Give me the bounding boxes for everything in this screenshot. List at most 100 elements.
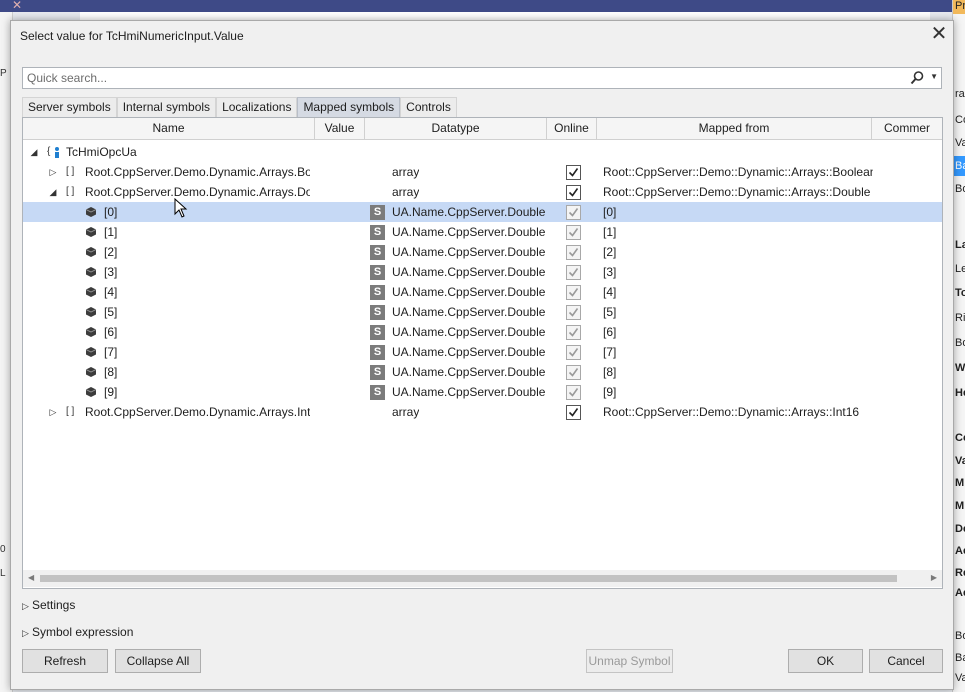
search-icon[interactable] [909,70,925,86]
tree-row[interactable]: [1] S UA.Name.CppServer.Double [1] [23,222,942,242]
row-name: [6] [104,325,118,339]
tree-row[interactable]: [2] S UA.Name.CppServer.Double [2] [23,242,942,262]
tab-internal-symbols[interactable]: Internal symbols [116,97,217,117]
online-checkbox [566,265,581,280]
cube-icon [86,387,96,397]
object-braces-icon: { [47,146,51,157]
tab-controls[interactable]: Controls [400,97,457,117]
tree-row[interactable]: [0] S UA.Name.CppServer.Double [0] [23,202,942,222]
tree-row[interactable]: [9] S UA.Name.CppServer.Double [9] [23,382,942,402]
scroll-left-icon[interactable]: ◀ [28,573,34,582]
properties-item: Bo [955,337,965,349]
row-value [318,362,363,382]
row-name: [5] [104,305,118,319]
search-input[interactable] [27,70,907,85]
properties-item: W [955,362,965,374]
tree-row[interactable]: [6] S UA.Name.CppServer.Double [6] [23,322,942,342]
tree-row[interactable]: [8] S UA.Name.CppServer.Double [8] [23,362,942,382]
row-value [318,342,363,362]
online-checkbox[interactable] [566,185,581,200]
tree-row[interactable]: ▷ [ ] Root.CppServer.Demo.Dynamic.Arrays… [23,162,942,182]
properties-item: Va [955,455,965,467]
cube-icon [86,207,96,217]
properties-item: Ri [955,312,965,324]
row-mapped-from: [5] [603,305,617,319]
cube-icon [86,347,96,357]
tab-localizations[interactable]: Localizations [216,97,298,117]
row-value [318,282,363,302]
background-close-icon: ✕ [12,0,23,12]
row-value [318,242,363,262]
symbol-badge: S [370,385,385,400]
collapse-all-button[interactable]: Collapse All [115,649,201,673]
row-datatype: UA.Name.CppServer.Double [392,305,546,319]
settings-label: Settings [32,598,76,612]
column-header-datatype[interactable]: Datatype [365,118,547,139]
background-left-label: P [0,68,7,79]
online-checkbox[interactable] [566,405,581,420]
expand-arrow-icon[interactable]: ▷ [48,162,58,182]
tree-row[interactable]: [7] S UA.Name.CppServer.Double [7] [23,342,942,362]
refresh-button[interactable]: Refresh [22,649,108,673]
scroll-right-icon[interactable]: ▶ [931,573,937,582]
online-checkbox [566,365,581,380]
column-header-mapped-from[interactable]: Mapped from [597,118,872,139]
expand-arrow-icon: ▷ [22,601,29,611]
settings-expander[interactable]: ▷ Settings [22,597,75,613]
symbol-expression-expander[interactable]: ▷ Symbol expression [22,624,133,640]
cube-icon [86,227,96,237]
person-icon [55,147,59,158]
row-mapped-from: [8] [603,365,617,379]
column-header-value[interactable]: Value [315,118,365,139]
tree-root-node[interactable]: ◢ { TcHmiOpcUa [23,142,942,162]
properties-item: He [955,387,965,399]
tree-row[interactable]: [5] S UA.Name.CppServer.Double [5] [23,302,942,322]
cancel-button[interactable]: Cancel [869,649,943,673]
properties-item: De [955,523,965,535]
unmap-symbol-button[interactable]: Unmap Symbol [586,649,673,673]
cube-icon [86,247,96,257]
row-name: [1] [104,225,118,239]
tree-row[interactable]: ▷ [ ] Root.CppServer.Demo.Dynamic.Arrays… [23,402,942,422]
row-value [318,262,363,282]
online-checkbox [566,245,581,260]
chevron-down-icon[interactable]: ▼ [930,72,938,81]
cube-icon [86,287,96,297]
tree-row[interactable]: [3] S UA.Name.CppServer.Double [3] [23,262,942,282]
expand-arrow-icon[interactable]: ▷ [48,402,58,422]
cube-icon [86,367,96,377]
array-brackets-icon: [ ] [66,406,75,417]
horizontal-scrollbar[interactable]: ◀ ▶ [23,570,942,587]
symbol-badge: S [370,305,385,320]
scrollbar-thumb[interactable] [40,575,897,582]
online-checkbox[interactable] [566,165,581,180]
column-header-online[interactable]: Online [547,118,597,139]
collapse-arrow-icon[interactable]: ◢ [48,182,58,202]
background-left-label: 0 [0,544,6,555]
row-name: [2] [104,245,118,259]
online-checkbox [566,305,581,320]
tab-mapped-symbols[interactable]: Mapped symbols [297,97,401,117]
row-value [318,162,363,182]
dialog-title: Select value for TcHmiNumericInput.Value [20,29,244,43]
row-name: [4] [104,285,118,299]
properties-item: Bo [955,183,965,195]
online-checkbox [566,225,581,240]
row-mapped-from: [7] [603,345,617,359]
online-checkbox [566,205,581,220]
symbol-badge: S [370,325,385,340]
tree-row[interactable]: [4] S UA.Name.CppServer.Double [4] [23,282,942,302]
column-header-name[interactable]: Name [23,118,315,139]
ok-button[interactable]: OK [788,649,863,673]
row-mapped-from: [3] [603,265,617,279]
close-icon[interactable]: ✕ [929,23,949,45]
row-datatype: array [392,185,420,199]
row-value [318,182,363,202]
cube-icon [86,327,96,337]
tree-row[interactable]: ◢ [ ] Root.CppServer.Demo.Dynamic.Arrays… [23,182,942,202]
row-name: [7] [104,345,118,359]
online-checkbox [566,345,581,360]
column-header-comment[interactable]: Commer [872,118,942,139]
collapse-arrow-icon[interactable]: ◢ [29,142,39,162]
tab-server-symbols[interactable]: Server symbols [22,97,117,117]
